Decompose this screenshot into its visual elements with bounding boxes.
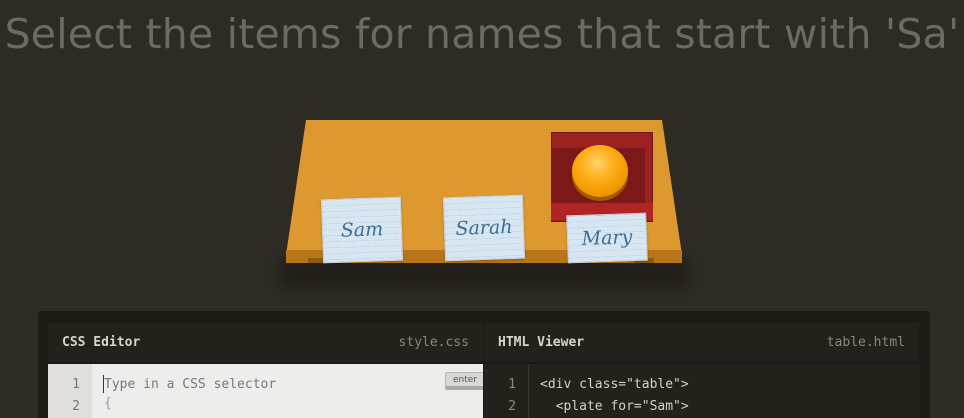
table-scene: Sam Sarah Mary	[0, 0, 964, 300]
name-note-sam[interactable]: Sam	[320, 196, 404, 264]
css-editor-header: CSS Editor style.css	[48, 323, 483, 363]
note-label: Sam	[340, 218, 384, 242]
html-code-line[interactable]: <div class="table">	[540, 377, 689, 392]
line-number: 1	[508, 377, 516, 392]
editor-panel: CSS Editor style.css HTML Viewer table.h…	[38, 311, 930, 418]
css-line-gutter: 1 2	[48, 364, 92, 418]
line-number: 2	[508, 399, 516, 414]
html-viewer-header: HTML Viewer table.html	[483, 323, 919, 363]
html-line-gutter: 1 2	[484, 364, 529, 418]
html-filename: table.html	[826, 335, 905, 350]
enter-button[interactable]: enter	[445, 372, 485, 390]
html-code-line[interactable]: <plate for="Sam">	[540, 399, 689, 414]
note-label: Sarah	[455, 216, 513, 240]
html-viewer-title: HTML Viewer	[498, 335, 585, 350]
css-editor-title: CSS Editor	[62, 335, 141, 350]
css-filename: style.css	[398, 335, 469, 350]
line-number: 1	[72, 377, 80, 392]
orange-item[interactable]	[572, 145, 628, 197]
name-note-sarah[interactable]: Sarah	[442, 194, 526, 262]
css-selector-input[interactable]	[103, 375, 424, 393]
html-viewer-body: 1 2 <div class="table"> <plate for="Sam"…	[483, 364, 920, 418]
css-open-brace: {	[104, 396, 112, 411]
name-note-mary[interactable]: Mary	[566, 212, 648, 264]
css-editor-body: 1 2 { enter	[48, 364, 485, 418]
note-label: Mary	[581, 226, 633, 250]
line-number: 2	[72, 399, 80, 414]
